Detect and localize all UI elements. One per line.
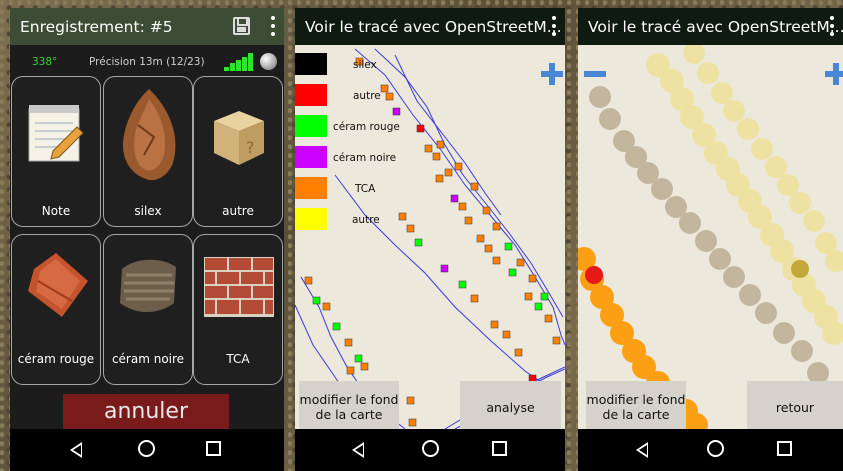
more-vert-icon[interactable] [270,16,276,36]
back-icon[interactable] [340,429,380,471]
black-ceramic-icon [120,259,176,312]
system-nav-bar [10,429,284,471]
cancel-button[interactable]: annuler [63,394,229,430]
legend-label: autre [352,214,380,226]
page-title: Voir le tracé avec OpenStreetM... [305,17,562,36]
legend-label: céram rouge [333,121,400,133]
back-icon[interactable] [624,429,664,471]
legend-swatch [295,177,327,199]
legend-swatch [295,84,327,106]
recents-icon[interactable] [194,429,234,471]
heading-value: 338° [32,56,58,68]
app-bar: Voir le tracé avec OpenStreetM... [578,8,843,45]
tile-label: autre [222,204,254,218]
page-title: Voir le tracé avec OpenStreetM... [588,17,843,36]
tile-tca[interactable]: TCA [193,234,283,385]
zoom-in-icon[interactable] [541,63,563,85]
back-icon[interactable] [58,429,98,471]
legend-label: autre [353,90,381,102]
signal-bars-icon [224,53,254,71]
map-view[interactable]: silex autre céram rouge céram noire TCA … [295,45,565,429]
zoom-out-icon[interactable] [584,71,606,77]
legend-label: céram noire [333,152,397,164]
legend-swatch [295,115,327,137]
home-icon[interactable] [127,429,167,471]
more-vert-icon[interactable] [551,16,557,36]
page-title: Enregistrement: #5 [20,17,173,36]
app-bar: Voir le tracé avec OpenStreetM... [295,8,565,45]
tile-label: TCA [226,352,250,366]
recents-icon[interactable] [765,429,805,471]
recents-icon[interactable] [480,429,520,471]
save-icon[interactable] [233,17,250,35]
tile-ceram-noire[interactable]: céram noire [103,234,193,385]
tile-label: silex [134,204,162,218]
change-basemap-button[interactable]: modifier le fond de la carte [299,381,399,429]
home-icon[interactable] [696,429,736,471]
red-ceramic-icon [28,253,88,317]
flint-icon [122,89,176,181]
tile-label: céram rouge [17,352,95,366]
track-map-legend-screen: Voir le tracé avec OpenStreetM... silex … [295,8,565,471]
tile-ceram-rouge[interactable]: céram rouge [11,234,101,385]
zoom-in-icon[interactable] [825,63,843,85]
legend-label: silex [353,59,377,71]
legend-swatch [295,146,327,168]
analyse-button[interactable]: analyse [460,381,561,429]
back-button[interactable]: retour [747,381,843,429]
legend-swatch [295,208,327,230]
system-nav-bar [578,429,843,471]
brick-icon [204,257,274,317]
precision-text: Précision 13m (12/23) [89,56,205,68]
change-basemap-button[interactable]: modifier le fond de la carte [586,381,686,429]
app-bar: Enregistrement: #5 [10,8,284,45]
track-overlay [295,48,565,429]
track-heatmap-screen: Voir le tracé avec OpenStreetM... modifi… [578,8,843,471]
svg-text:?: ? [246,138,255,157]
tile-label: céram noire [111,352,185,366]
recording-screen: Enregistrement: #5 338° Précision 13m (1… [10,8,284,471]
density-overlay [578,45,843,429]
notepad-icon [28,105,84,162]
map-view[interactable]: modifier le fond de la carte retour [578,45,843,429]
legend-swatch [295,53,327,75]
more-vert-icon[interactable] [829,16,835,36]
gps-status-bar: 338° Précision 13m (12/23) [10,47,284,77]
tile-label: Note [41,204,71,218]
gps-status-icon [260,53,277,70]
system-nav-bar [295,429,565,471]
home-icon[interactable] [411,429,451,471]
tile-note[interactable]: Note [11,76,101,227]
category-grid: Note silex ? autre céram rouge céram noi… [10,74,284,386]
box-icon: ? [214,111,264,165]
tile-autre[interactable]: ? autre [193,76,283,227]
legend-label: TCA [355,183,376,195]
tile-silex[interactable]: silex [103,76,193,227]
